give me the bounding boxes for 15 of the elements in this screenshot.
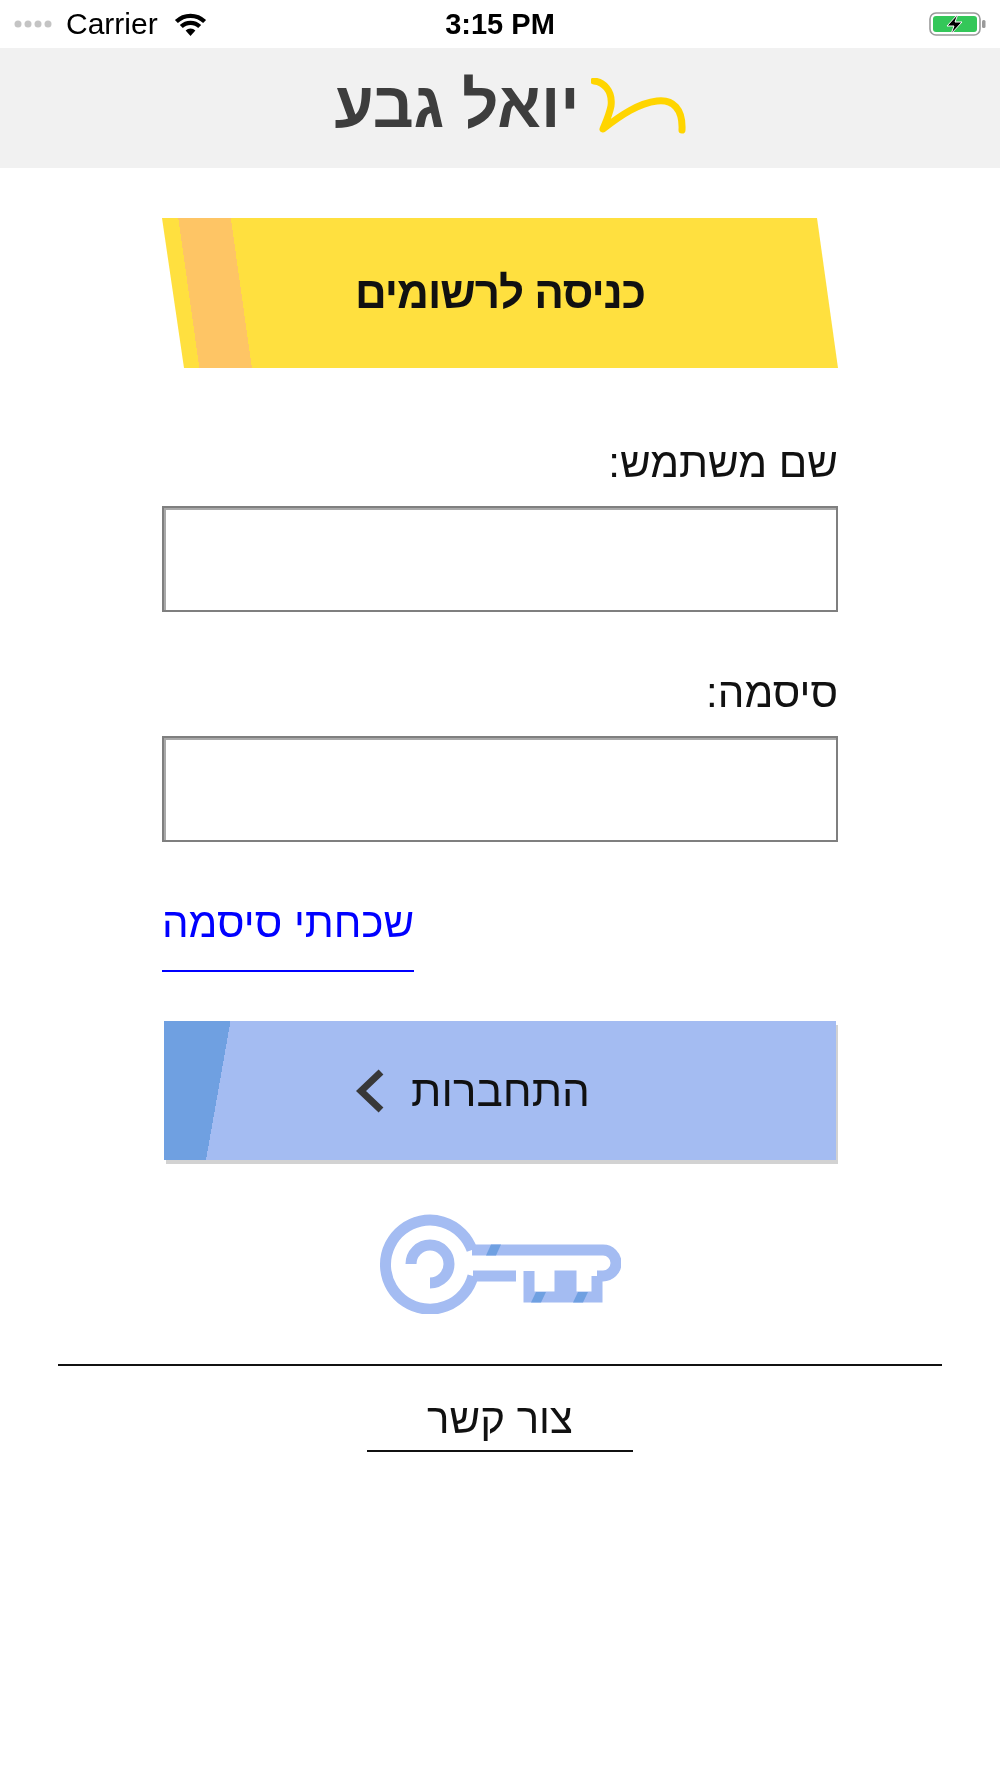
field-label: שם משתמש: [608,438,838,488]
carrier-name: Carrier [66,6,158,42]
signal-icon [14,20,54,28]
status-time: 3:15 PM [445,7,555,42]
contact-link[interactable]: צור קשר [367,1394,633,1452]
key-icon [379,1214,621,1314]
logo-text: יואל גבע [334,71,580,139]
chevron-left-icon [356,1068,385,1113]
password-field[interactable] [162,736,838,842]
username-field[interactable] [162,506,838,612]
swoosh-icon [590,78,686,134]
forgot-password-link[interactable]: שכחתי סיסמה [162,898,415,972]
charging-battery-icon [929,12,987,36]
page-title: כניסה לרשומים [354,268,646,318]
field-label: סיסמה: [706,668,838,718]
